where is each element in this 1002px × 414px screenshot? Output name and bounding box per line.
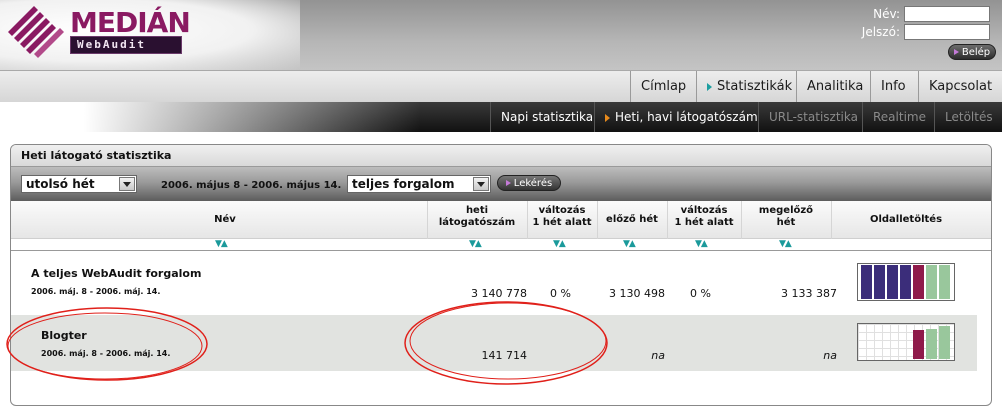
password-label: Jelszó: bbox=[861, 25, 900, 39]
logo-wordmark: MEDIÁN bbox=[70, 6, 191, 39]
page-download-mini-chart[interactable] bbox=[857, 323, 955, 361]
nav-item-statisztikak[interactable]: Statisztikák bbox=[696, 71, 792, 103]
page: MEDIÁN WebAudit Név: Jelszó: Belép Címla… bbox=[0, 0, 1002, 414]
prev-week-visitors: na bbox=[651, 349, 665, 362]
sort-arrows-icon[interactable]: ▼▲ bbox=[695, 239, 708, 249]
sort-arrows-icon[interactable]: ▼▲ bbox=[553, 239, 566, 249]
filter-bar: utolsó hét 2006. május 8 - 2006. május 1… bbox=[11, 167, 991, 201]
download-bar bbox=[939, 326, 950, 359]
row-name[interactable]: A teljes WebAudit forgalom bbox=[31, 267, 201, 280]
subnav-item-heti-havi[interactable]: Heti, havi látogatószám bbox=[594, 102, 758, 132]
weekly-visitors: 141 714 bbox=[481, 349, 528, 362]
chevron-down-icon bbox=[119, 177, 135, 191]
subnav-item-url[interactable]: URL-statisztika bbox=[758, 102, 858, 132]
subnav-item-realtime[interactable]: Realtime bbox=[862, 102, 926, 132]
traffic-select[interactable]: teljes forgalom bbox=[347, 175, 491, 193]
play-icon bbox=[505, 180, 511, 186]
name-input[interactable] bbox=[904, 6, 990, 22]
row-date: 2006. máj. 8 - 2006. máj. 14. bbox=[31, 287, 161, 296]
col-header-change: változás 1 hét alatt bbox=[532, 205, 592, 228]
col-header-before: megelőző hét bbox=[758, 205, 814, 228]
before-week-visitors: 3 133 387 bbox=[781, 287, 837, 300]
col-header-weekly: heti látogatószám bbox=[438, 205, 516, 228]
prev-week-visitors: 3 130 498 bbox=[609, 287, 665, 300]
weekly-stats-panel: Heti látogató statisztika utolsó hét 200… bbox=[10, 144, 992, 406]
play-icon bbox=[953, 49, 959, 55]
median-logo[interactable]: MEDIÁN WebAudit bbox=[8, 6, 191, 58]
sort-arrows-icon[interactable]: ▼▲ bbox=[623, 239, 636, 249]
change-percent-2: 0 % bbox=[690, 287, 711, 300]
download-bar bbox=[861, 265, 872, 299]
download-bar bbox=[874, 265, 885, 299]
logo-subtitle: WebAudit bbox=[70, 36, 182, 54]
sub-navigation: Napi statisztika Heti, havi látogatószám… bbox=[0, 102, 1002, 132]
nav-item-analitika[interactable]: Analitika bbox=[796, 71, 863, 103]
before-week-visitors: na bbox=[823, 349, 837, 362]
change-percent: 0 % bbox=[550, 287, 571, 300]
login-button[interactable]: Belép bbox=[948, 44, 996, 60]
date-range: 2006. május 8 - 2006. május 14. bbox=[161, 180, 342, 191]
download-bar bbox=[913, 265, 924, 299]
table-header: Név heti látogatószám változás 1 hét alatt… bbox=[11, 201, 991, 239]
sort-row: ▼▲ ▼▲ ▼▲ ▼▲ ▼▲ ▼▲ bbox=[11, 239, 991, 251]
download-bar bbox=[913, 330, 924, 359]
panel-title: Heti látogató statisztika bbox=[11, 145, 991, 167]
subnav-item-napi[interactable]: Napi statisztika bbox=[490, 102, 593, 132]
nav-item-cimlap[interactable]: Címlap bbox=[630, 71, 686, 103]
nav-item-kapcsolat[interactable]: Kapcsolat bbox=[918, 71, 992, 103]
weekly-visitors: 3 140 778 bbox=[471, 287, 527, 300]
query-button[interactable]: Lekérés bbox=[497, 175, 561, 191]
download-bar bbox=[900, 265, 911, 299]
active-arrow-icon bbox=[605, 113, 610, 122]
active-arrow-icon bbox=[707, 82, 712, 91]
download-bar bbox=[926, 265, 937, 299]
nav-item-info[interactable]: Info bbox=[870, 71, 906, 103]
col-header-download: Oldalletöltés bbox=[869, 214, 943, 225]
main-navigation: Címlap Statisztikák Analitika Info Kapcs… bbox=[0, 70, 1002, 103]
header: MEDIÁN WebAudit Név: Jelszó: Belép bbox=[0, 0, 1002, 70]
logo-mark-icon bbox=[8, 6, 64, 58]
table-row: Blogter 2006. máj. 8 - 2006. máj. 14. 14… bbox=[11, 315, 977, 371]
name-label: Név: bbox=[873, 7, 900, 21]
subnav-item-letoltes[interactable]: Letöltés bbox=[934, 102, 993, 132]
sort-arrows-icon[interactable]: ▼▲ bbox=[469, 239, 482, 249]
chevron-down-icon bbox=[473, 177, 489, 191]
row-date: 2006. máj. 8 - 2006. máj. 14. bbox=[41, 349, 171, 358]
period-select[interactable]: utolsó hét bbox=[21, 175, 137, 193]
col-header-prev-week: előző hét bbox=[606, 214, 658, 225]
password-input[interactable] bbox=[904, 24, 990, 40]
sort-arrows-icon[interactable]: ▼▲ bbox=[779, 239, 792, 249]
login-button-label: Belép bbox=[961, 46, 991, 58]
sort-arrows-icon[interactable]: ▼▲ bbox=[215, 239, 228, 249]
download-bar bbox=[939, 265, 950, 299]
row-name[interactable]: Blogter bbox=[41, 329, 87, 342]
login-name-row: Név: bbox=[873, 6, 990, 22]
page-download-mini-chart[interactable] bbox=[857, 263, 955, 301]
col-header-change-2: változás 1 hét alatt bbox=[674, 205, 734, 228]
login-password-row: Jelszó: bbox=[862, 24, 990, 40]
download-bar bbox=[887, 265, 898, 299]
col-header-name: Név bbox=[214, 214, 236, 225]
download-bar bbox=[926, 329, 937, 359]
table-row: A teljes WebAudit forgalom 2006. máj. 8 … bbox=[11, 255, 977, 311]
